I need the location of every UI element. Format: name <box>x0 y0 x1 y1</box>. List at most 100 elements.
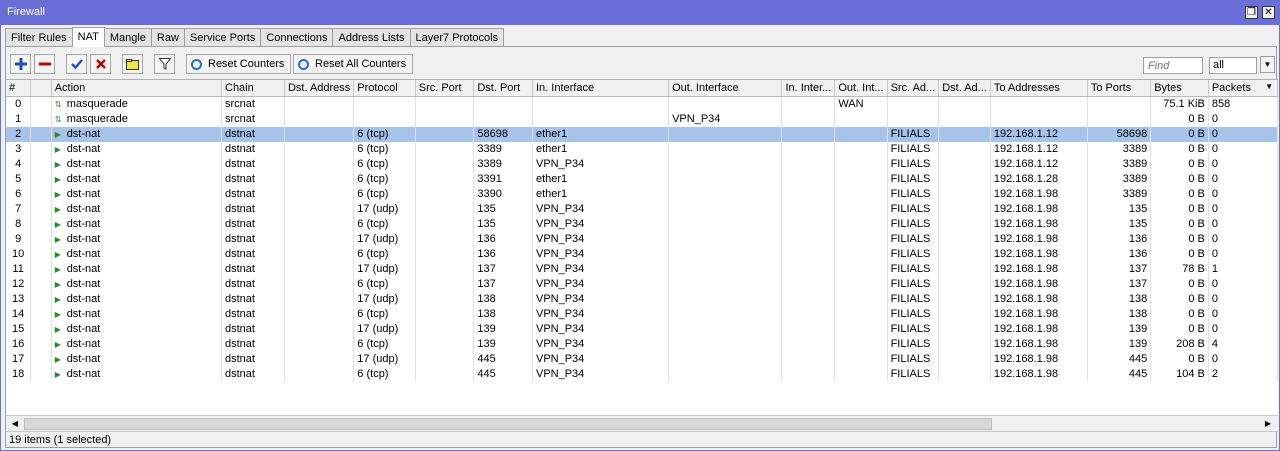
cell-src-ad: FILIALS <box>887 216 940 232</box>
table-row[interactable]: 10 ▶ dst-nat dstnat 6 (tcp) 136 VPN_P34 FILIALS… <box>6 246 1278 262</box>
table-row[interactable]: 6 ▶ dst-nat dstnat 6 (tcp) 3390 ether1 FILIALS 1… <box>6 186 1278 202</box>
tab-layer7-protocols[interactable]: Layer7 Protocols <box>409 28 505 47</box>
restore-icon[interactable]: ❐ <box>1245 6 1258 19</box>
cell-empty <box>415 126 475 142</box>
cell-to-ports <box>1087 96 1152 112</box>
column-header[interactable]: Action <box>51 80 223 97</box>
cell-out-if <box>668 96 783 112</box>
table-row[interactable]: 13 ▶ dst-nat dstnat 17 (udp) 138 VPN_P34 FILIAL… <box>6 291 1278 307</box>
tab-address-lists[interactable]: Address Lists <box>332 28 411 47</box>
column-header[interactable]: Protocol <box>353 80 416 97</box>
cell-src-ad <box>887 111 940 127</box>
column-header[interactable]: Dst. Port <box>473 80 533 97</box>
column-header[interactable]: To Ports <box>1087 80 1152 97</box>
dst-nat-icon: ▶ <box>54 204 61 214</box>
cell-empty <box>415 171 475 187</box>
cell: ▶ dst-nat <box>51 336 223 352</box>
scroll-right-icon[interactable]: ▶ <box>1260 416 1276 432</box>
column-header[interactable]: Chain <box>221 80 285 97</box>
cell-in-if: ether1 <box>532 186 670 202</box>
column-header[interactable]: Out. Int... <box>834 80 888 97</box>
column-header[interactable]: # <box>6 80 32 97</box>
dst-nat-icon: ▶ <box>54 144 61 154</box>
cell-empty <box>938 321 991 337</box>
cell-empty <box>938 156 991 172</box>
cell: ▶ dst-nat <box>51 291 223 307</box>
add-button[interactable] <box>10 54 31 74</box>
table-row[interactable]: 0 ⇅ masquerade srcnat WAN 75.1 KiB 858 <box>6 96 1278 112</box>
table-row[interactable]: 2 ▶ dst-nat dstnat 6 (tcp) 58698 ether1 FILIALS… <box>6 126 1278 142</box>
column-menu-icon[interactable]: ▼ <box>1265 82 1273 91</box>
column-header[interactable]: Dst. Ad... <box>938 80 991 97</box>
cell-to-ports: 3389 <box>1087 141 1152 157</box>
cell-out-if <box>668 156 783 172</box>
column-header[interactable]: Bytes <box>1150 80 1209 97</box>
table-row[interactable]: 5 ▶ dst-nat dstnat 6 (tcp) 3391 ether1 FILIALS 1… <box>6 171 1278 187</box>
reset-counters-button[interactable]: Reset Counters <box>186 54 292 74</box>
close-icon[interactable]: ✕ <box>1262 6 1275 19</box>
enable-button[interactable] <box>66 54 87 74</box>
table-row[interactable]: 4 ▶ dst-nat dstnat 6 (tcp) 3389 VPN_P34 FILIALS… <box>6 156 1278 172</box>
reset-all-counters-button[interactable]: Reset All Counters <box>293 54 414 74</box>
cell-num: 7 <box>6 201 32 217</box>
column-header[interactable]: In. Inter... <box>781 80 836 97</box>
table-row[interactable]: 18 ▶ dst-nat dstnat 6 (tcp) 445 VPN_P34 FILIALS… <box>6 366 1278 382</box>
cell-action: masquerade <box>66 97 128 110</box>
column-header[interactable]: Out. Interface <box>668 80 783 97</box>
remove-button[interactable] <box>34 54 55 74</box>
filter-button[interactable] <box>154 54 175 74</box>
cell-src-ad: FILIALS <box>887 291 940 307</box>
cell: ▶ dst-nat <box>51 216 223 232</box>
column-header[interactable]: Dst. Address <box>284 80 355 97</box>
cell-to-addr: 192.168.1.98 <box>990 261 1088 277</box>
cell-empty <box>30 291 52 307</box>
cell-empty <box>284 156 355 172</box>
table-row[interactable]: 14 ▶ dst-nat dstnat 6 (tcp) 138 VPN_P34 FILIALS… <box>6 306 1278 322</box>
cell-dport: 139 <box>473 321 533 337</box>
tab-filter-rules[interactable]: Filter Rules <box>5 28 73 47</box>
table-row[interactable]: 12 ▶ dst-nat dstnat 6 (tcp) 137 VPN_P34 FILIALS… <box>6 276 1278 292</box>
filter-select[interactable]: all <box>1209 57 1257 74</box>
table-row[interactable]: 3 ▶ dst-nat dstnat 6 (tcp) 3389 ether1 FILIALS 1… <box>6 141 1278 157</box>
cell-src-ad: FILIALS <box>887 366 940 382</box>
tab-nat[interactable]: NAT <box>71 27 105 47</box>
cell-packets: 0 <box>1208 291 1278 307</box>
tab-raw[interactable]: Raw <box>150 28 185 47</box>
tab-connections[interactable]: Connections <box>260 28 334 47</box>
cell-empty <box>938 171 991 187</box>
table-row[interactable]: 1 ⇅ masquerade srcnat VPN_P34 0 B0 <box>6 111 1278 127</box>
cell-src-ad: FILIALS <box>887 246 940 262</box>
cell-to-ports: 137 <box>1087 276 1152 292</box>
comment-button[interactable] <box>122 54 143 74</box>
table-row[interactable]: 15 ▶ dst-nat dstnat 17 (udp) 139 VPN_P34 FILIAL… <box>6 321 1278 337</box>
dst-nat-icon: ▶ <box>54 219 61 229</box>
filter-dropdown-icon[interactable]: ▼ <box>1260 56 1275 73</box>
column-header[interactable]: Src. Ad... <box>887 80 940 97</box>
column-header[interactable]: Src. Port <box>415 80 475 97</box>
cell-num: 17 <box>6 351 32 367</box>
table-row[interactable]: 16 ▶ dst-nat dstnat 6 (tcp) 139 VPN_P34 FILIALS… <box>6 336 1278 352</box>
cell-chain: dstnat <box>221 351 285 367</box>
disable-button[interactable] <box>90 54 111 74</box>
table-row[interactable]: 7 ▶ dst-nat dstnat 17 (udp) 135 VPN_P34 FILIALS… <box>6 201 1278 217</box>
horizontal-scrollbar[interactable]: ◀ ▶ <box>6 415 1278 431</box>
column-header[interactable] <box>30 80 52 97</box>
table-row[interactable]: 17 ▶ dst-nat dstnat 17 (udp) 445 VPN_P34 FILIAL… <box>6 351 1278 367</box>
scroll-left-icon[interactable]: ◀ <box>7 416 23 432</box>
cell-empty <box>284 246 355 262</box>
scrollbar-thumb[interactable] <box>24 418 992 430</box>
tab-mangle[interactable]: Mangle <box>103 28 152 47</box>
cell-num: 13 <box>6 291 32 307</box>
cell-bytes: 0 B <box>1150 111 1209 127</box>
tab-service-ports[interactable]: Service Ports <box>183 28 262 47</box>
find-input[interactable] <box>1143 57 1203 74</box>
column-header[interactable]: Packets ▼ <box>1208 80 1278 97</box>
column-header[interactable]: In. Interface <box>532 80 670 97</box>
cell-src-ad: FILIALS <box>887 201 940 217</box>
cell-action: dst-nat <box>66 232 101 245</box>
cell-bytes: 75.1 KiB <box>1150 96 1209 112</box>
table-row[interactable]: 11 ▶ dst-nat dstnat 17 (udp) 137 VPN_P34 FILIAL… <box>6 261 1278 277</box>
column-header[interactable]: To Addresses <box>990 80 1088 97</box>
table-row[interactable]: 9 ▶ dst-nat dstnat 17 (udp) 136 VPN_P34 FILIALS… <box>6 231 1278 247</box>
table-row[interactable]: 8 ▶ dst-nat dstnat 6 (tcp) 135 VPN_P34 FILIALS 1… <box>6 216 1278 232</box>
